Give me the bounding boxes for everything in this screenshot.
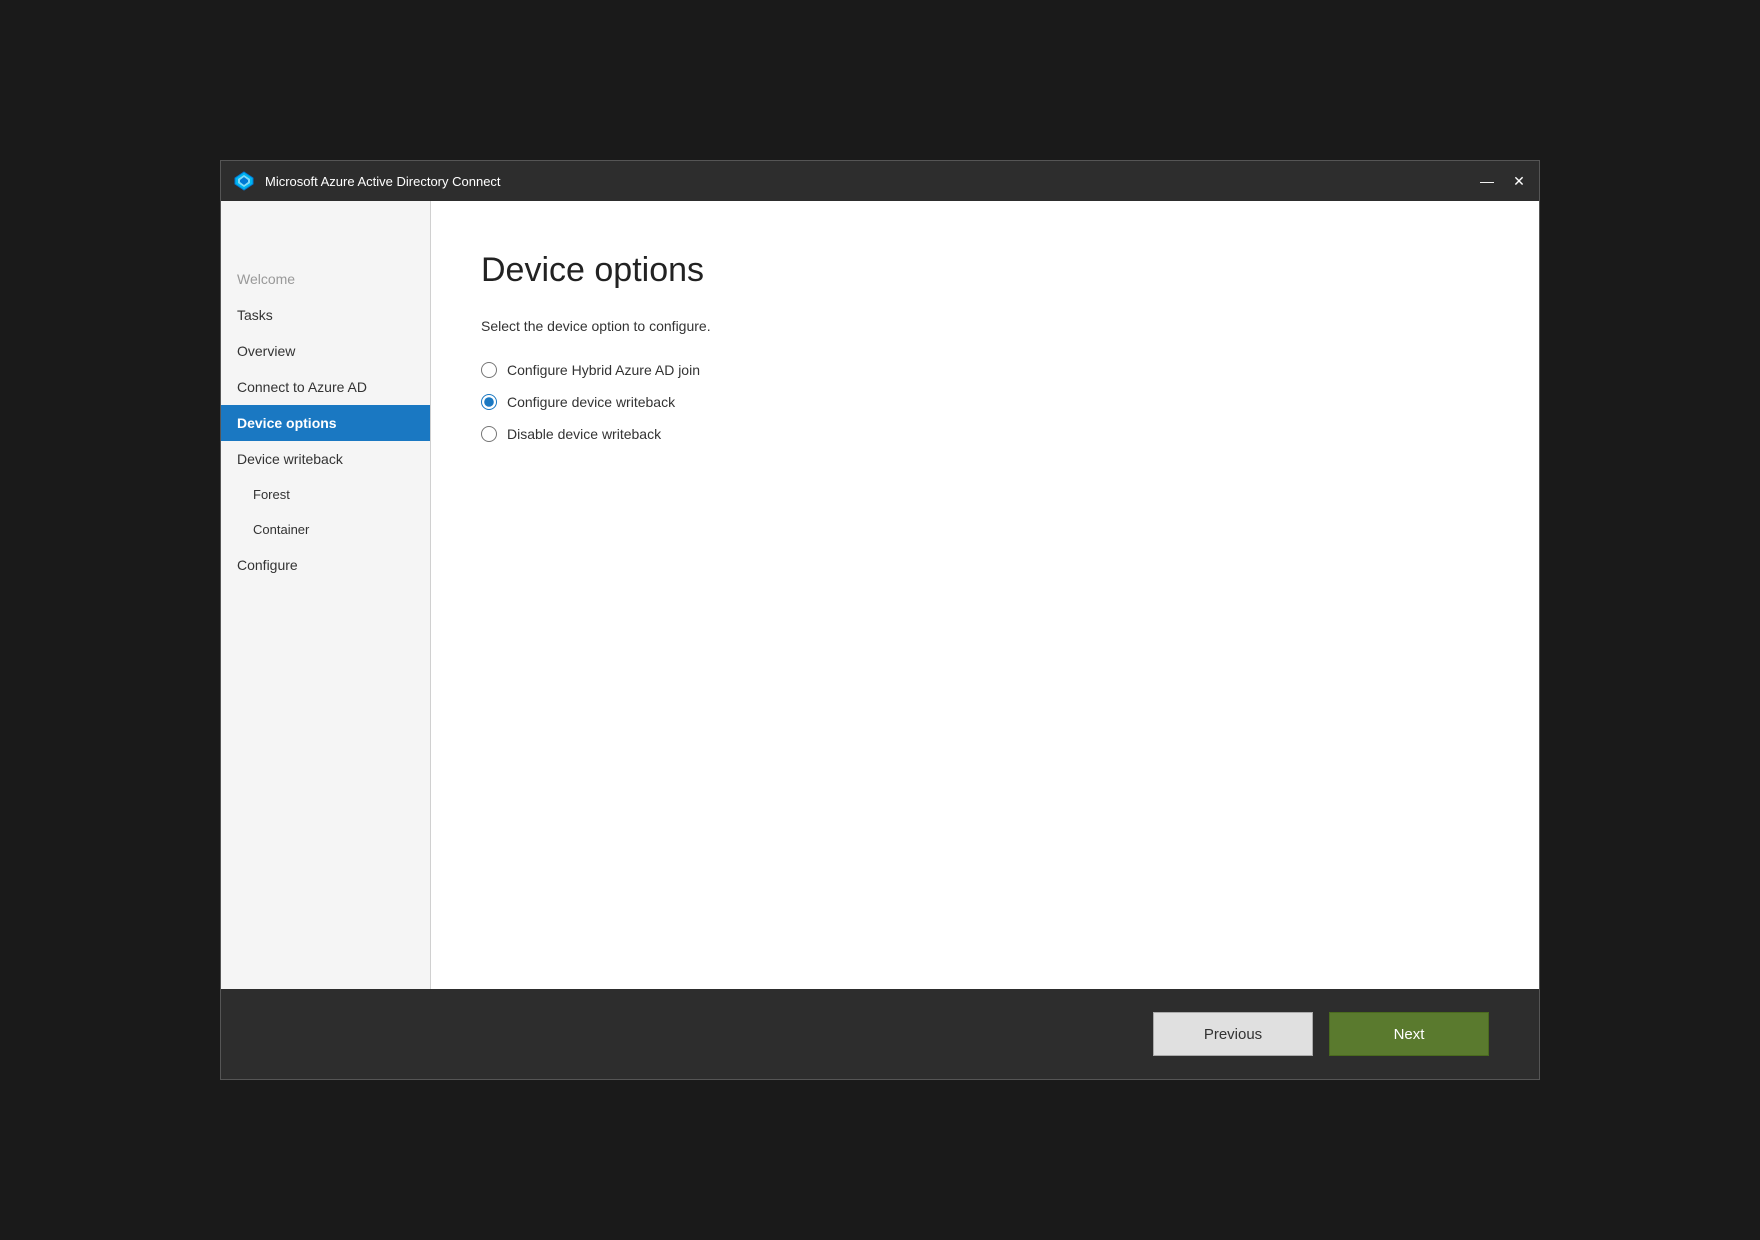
sidebar-item-connect-azure-ad[interactable]: Connect to Azure AD	[221, 369, 430, 405]
radio-disable-writeback-input[interactable]	[481, 426, 497, 442]
minimize-button[interactable]: —	[1479, 173, 1495, 190]
sidebar-item-welcome[interactable]: Welcome	[221, 261, 430, 297]
radio-hybrid-join[interactable]: Configure Hybrid Azure AD join	[481, 362, 1489, 378]
main-content: Welcome Tasks Overview Connect to Azure …	[221, 201, 1539, 989]
next-button[interactable]: Next	[1329, 1012, 1489, 1056]
window-controls: — ✕	[1479, 173, 1527, 190]
radio-device-writeback[interactable]: Configure device writeback	[481, 394, 1489, 410]
titlebar: Microsoft Azure Active Directory Connect…	[221, 161, 1539, 201]
content-area: Device options Select the device option …	[431, 201, 1539, 989]
radio-hybrid-join-input[interactable]	[481, 362, 497, 378]
radio-device-writeback-input[interactable]	[481, 394, 497, 410]
device-options-group: Configure Hybrid Azure AD join Configure…	[481, 362, 1489, 442]
app-icon	[233, 170, 255, 192]
sidebar: Welcome Tasks Overview Connect to Azure …	[221, 201, 431, 989]
subtitle: Select the device option to configure.	[481, 318, 1489, 334]
sidebar-item-device-options[interactable]: Device options	[221, 405, 430, 441]
previous-button[interactable]: Previous	[1153, 1012, 1313, 1056]
sidebar-item-configure[interactable]: Configure	[221, 547, 430, 583]
footer: Previous Next	[221, 989, 1539, 1079]
sidebar-item-container[interactable]: Container	[221, 512, 430, 547]
sidebar-item-device-writeback[interactable]: Device writeback	[221, 441, 430, 477]
page-title: Device options	[481, 251, 1489, 290]
sidebar-item-tasks[interactable]: Tasks	[221, 297, 430, 333]
window-title: Microsoft Azure Active Directory Connect	[265, 174, 1479, 189]
close-button[interactable]: ✕	[1511, 173, 1527, 190]
radio-disable-writeback[interactable]: Disable device writeback	[481, 426, 1489, 442]
sidebar-item-overview[interactable]: Overview	[221, 333, 430, 369]
sidebar-item-forest[interactable]: Forest	[221, 477, 430, 512]
main-window: Microsoft Azure Active Directory Connect…	[220, 160, 1540, 1080]
